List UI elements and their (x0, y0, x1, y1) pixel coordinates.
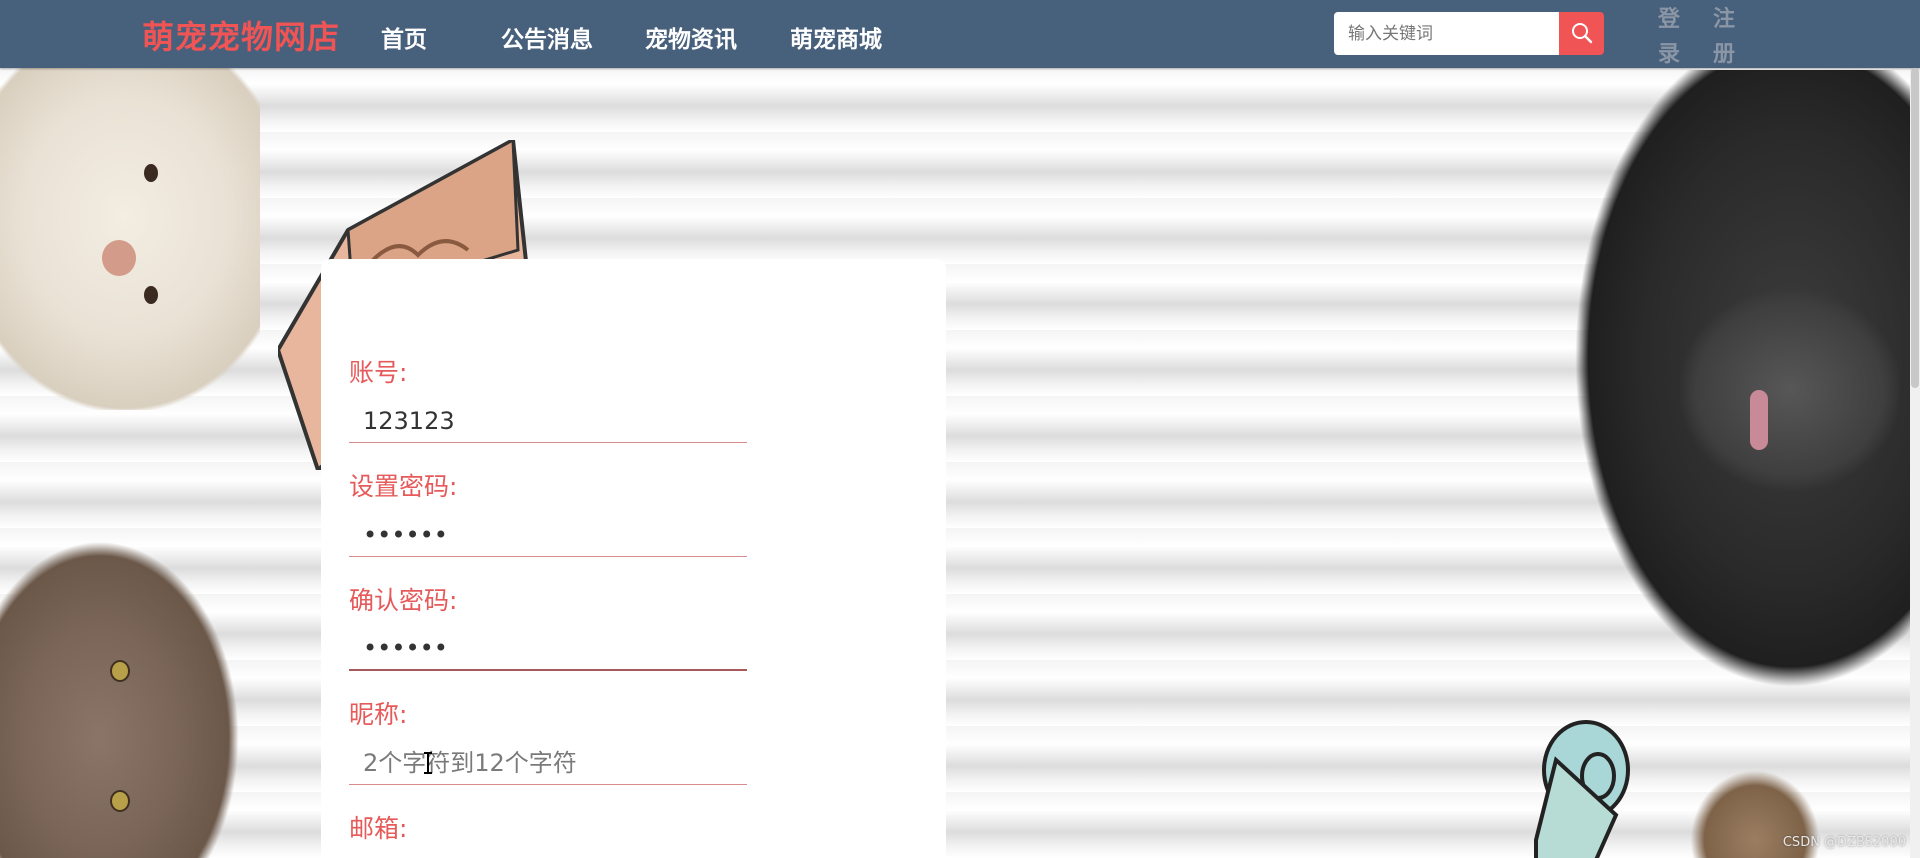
nav-announcements[interactable]: 公告消息 (501, 20, 593, 54)
dog-nose (102, 240, 136, 276)
black-cat-face (1680, 290, 1900, 490)
login-char-2: 录 (1657, 42, 1680, 67)
register-char-1: 注 (1712, 7, 1735, 32)
text-cursor-icon (424, 752, 432, 774)
site-logo[interactable]: 萌宠宠物网店 (142, 12, 340, 58)
page: 萌宠宠物网店 首页 公告消息 宠物资讯 萌宠商城 登 录 注 册 账号: 设置密… (0, 0, 1920, 858)
login-link[interactable]: 登 录 (1655, 2, 1683, 72)
nav-home[interactable]: 首页 (381, 20, 427, 54)
background-black-cat-image (1560, 70, 1920, 710)
nickname-label: 昵称: (349, 700, 408, 729)
cat-eye (110, 790, 130, 812)
black-cat-tongue (1750, 390, 1768, 450)
background-can-drawing (1534, 720, 1630, 858)
confirm-password-label: 确认密码: (349, 586, 458, 615)
page-scrollbar-thumb[interactable] (1911, 68, 1919, 388)
search-icon (1572, 23, 1593, 44)
background-cat-image (0, 540, 240, 858)
email-label: 邮箱: (349, 814, 408, 843)
dog-eye (144, 164, 158, 182)
nav-pet-news[interactable]: 宠物资讯 (645, 20, 737, 54)
account-label: 账号: (349, 358, 408, 387)
password-label: 设置密码: (349, 472, 458, 501)
top-navbar: 萌宠宠物网店 首页 公告消息 宠物资讯 萌宠商城 登 录 注 册 (0, 0, 1920, 68)
search-button[interactable] (1559, 12, 1604, 55)
register-form-panel: 账号: 设置密码: 确认密码: 昵称: 邮箱: (321, 259, 946, 858)
login-char-1: 登 (1657, 7, 1680, 32)
account-input[interactable] (349, 399, 747, 443)
password-input[interactable] (349, 513, 747, 557)
confirm-password-input[interactable] (349, 627, 747, 671)
search-input[interactable] (1334, 12, 1560, 55)
dog-eye (144, 286, 158, 304)
cat-eye (110, 660, 130, 682)
nickname-input[interactable] (349, 741, 747, 785)
register-link[interactable]: 注 册 (1710, 2, 1738, 72)
background-dog-image (0, 60, 260, 410)
nav-pet-shop[interactable]: 萌宠商城 (790, 20, 882, 54)
watermark: CSDN @DZBS2000 (1782, 835, 1906, 850)
register-char-2: 册 (1712, 42, 1735, 67)
